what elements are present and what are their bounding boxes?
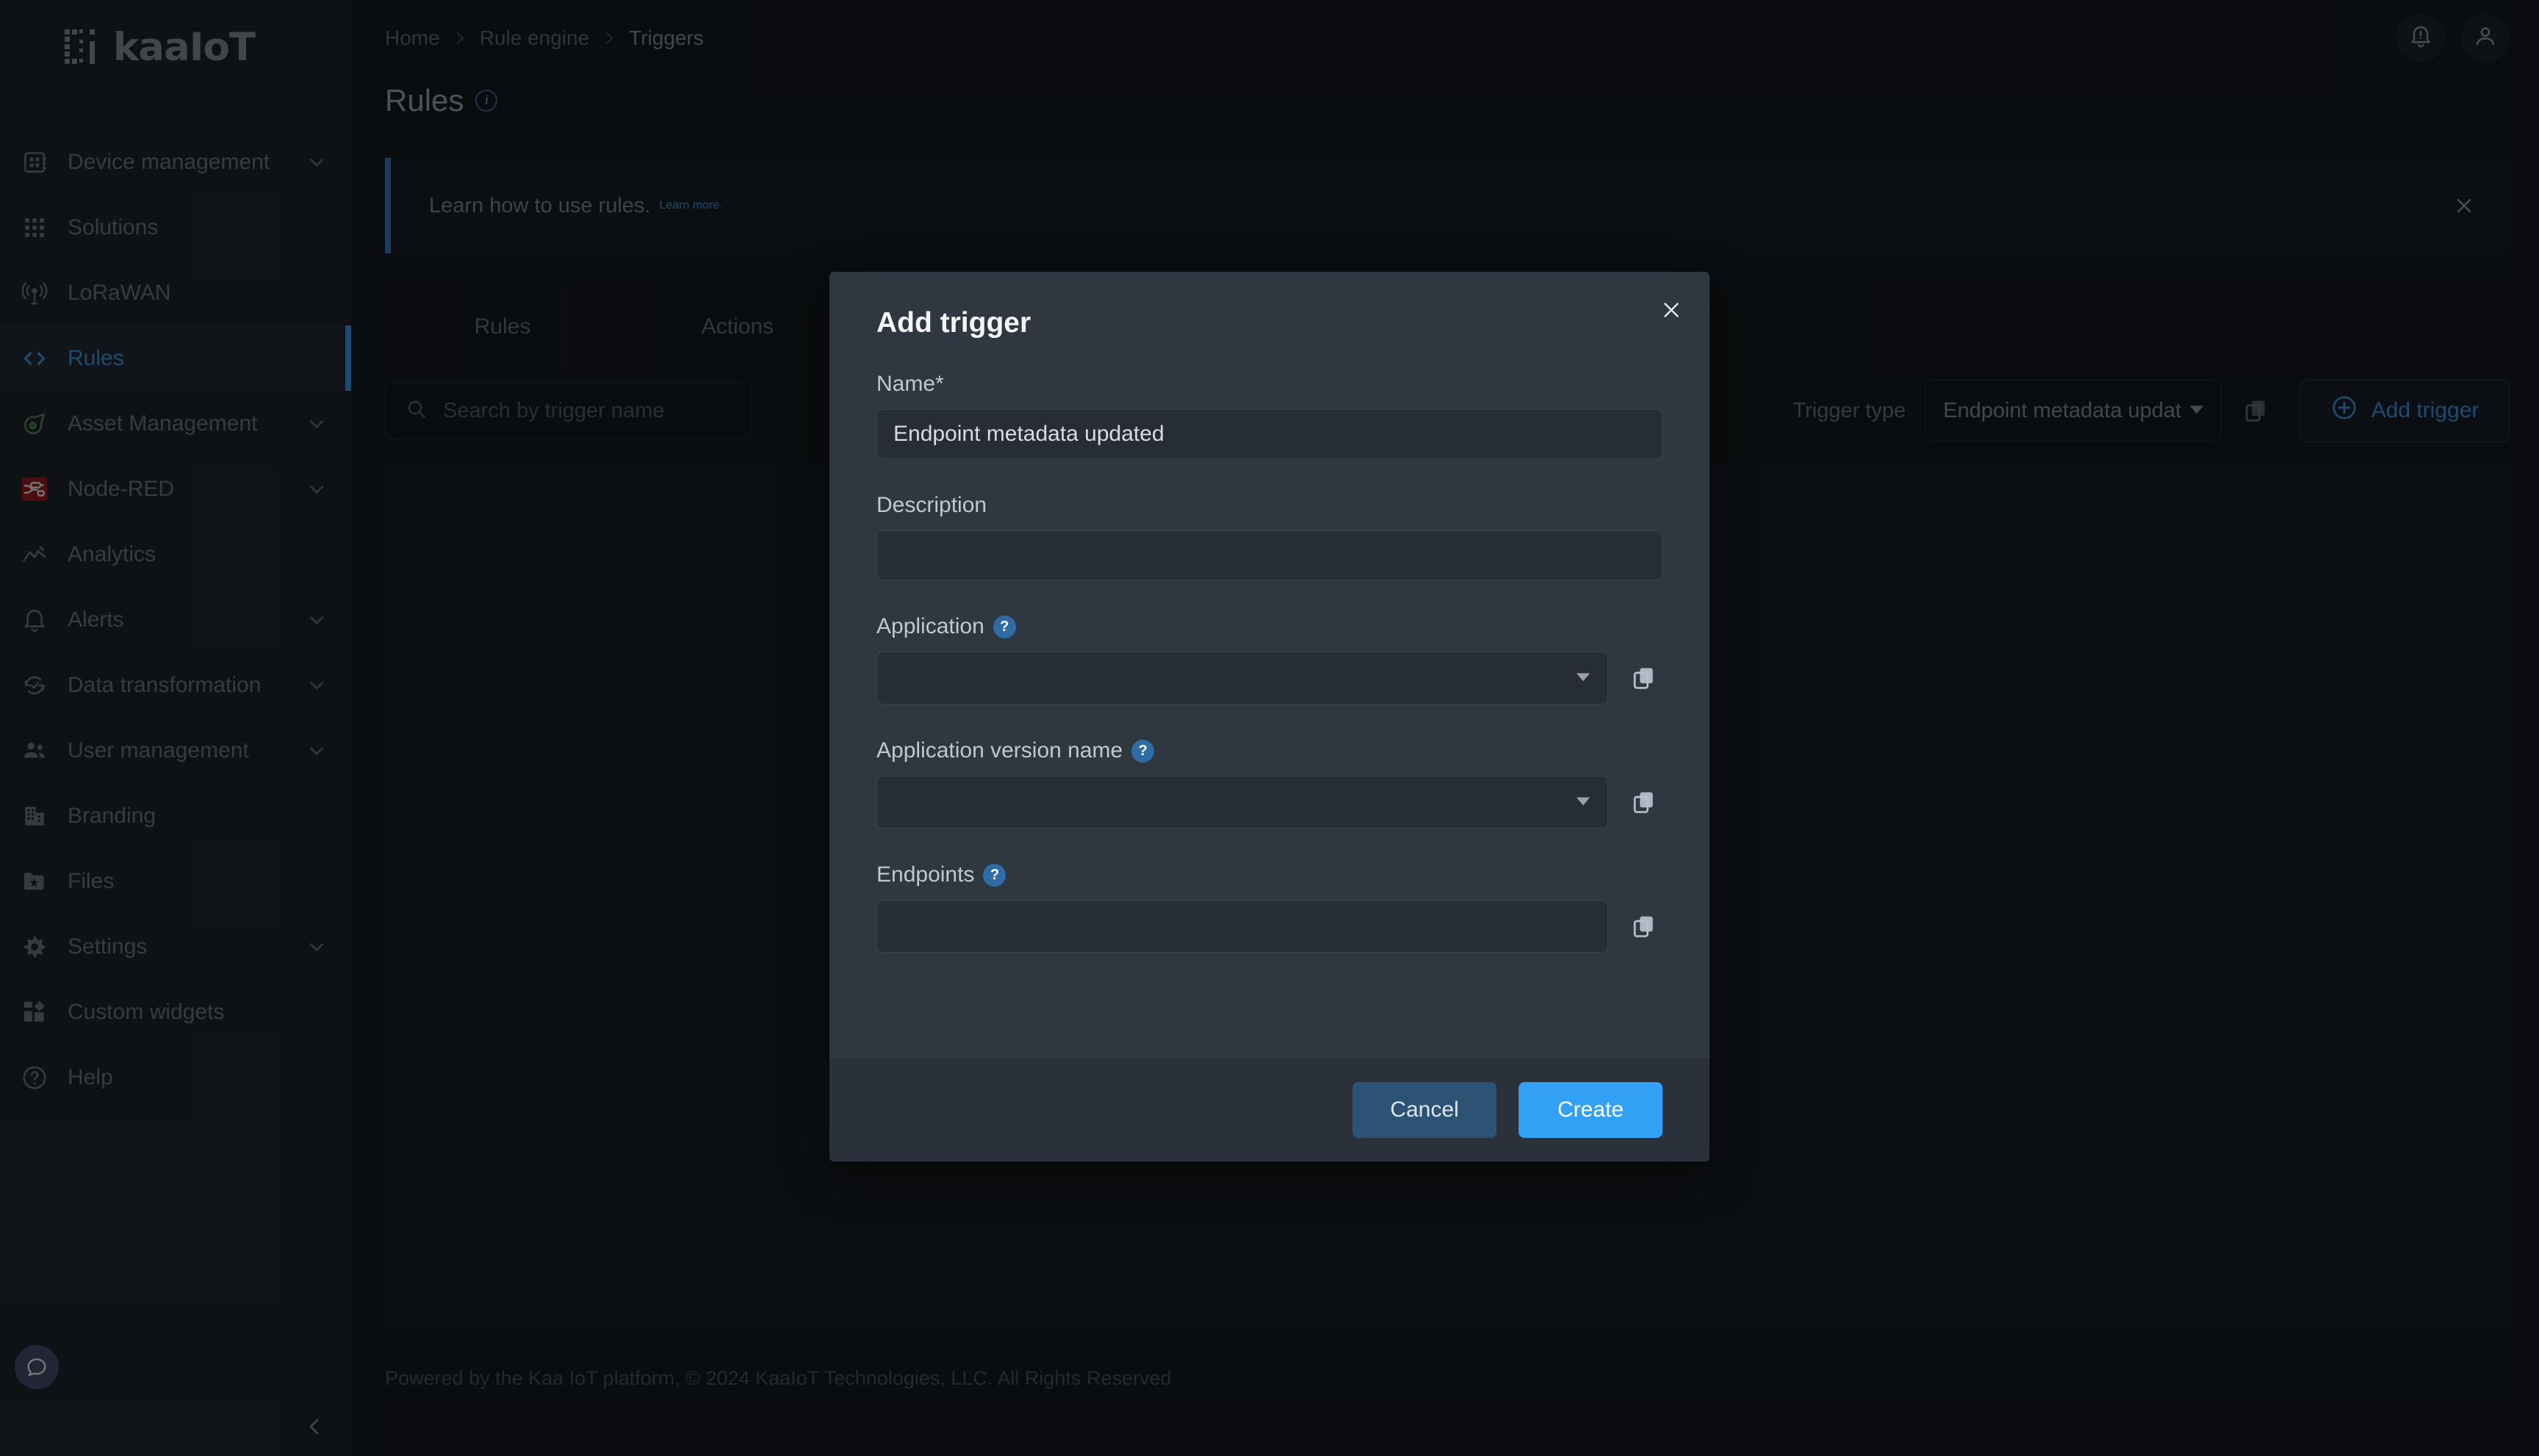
application-version-select[interactable] [876,776,1608,829]
modal-title: Add trigger [876,307,1031,339]
modal-footer: Cancel Create [829,1057,1710,1161]
application-version-label: Application version name ? [876,738,1663,763]
application-select[interactable] [876,652,1608,704]
endpoints-label: Endpoints ? [876,862,1663,887]
modal-body: Name* Endpoint metadata updated Descript… [829,339,1710,1057]
endpoints-input[interactable] [876,900,1608,953]
field-endpoints: Endpoints ? [876,862,1663,953]
application-version-row [876,776,1663,829]
field-application: Application ? [876,614,1663,704]
description-label: Description [876,493,987,517]
field-description: Description [876,493,1663,580]
create-button[interactable]: Create [1519,1081,1663,1138]
chevron-down-icon [1575,666,1591,691]
help-icon[interactable]: ? [1131,739,1155,763]
field-application-version-name: Application version name ? [876,738,1663,829]
application-version-label-text: Application version name [876,738,1123,763]
add-trigger-modal: Add trigger Name* Endpoint metadata upda… [829,272,1710,1161]
application-label: Application ? [876,614,1663,639]
name-input[interactable]: Endpoint metadata updated [876,409,1663,459]
copy-icon[interactable] [1624,907,1663,945]
application-label-text: Application [876,614,984,638]
modal-close-icon[interactable] [1652,291,1690,329]
copy-icon[interactable] [1624,659,1663,697]
description-input[interactable] [876,530,1663,580]
endpoints-row [876,900,1663,953]
app-root: kaaIoT Device management [0,0,2539,1456]
cancel-button[interactable]: Cancel [1353,1081,1497,1138]
name-label: Name* [876,372,944,396]
field-name: Name* Endpoint metadata updated [876,372,1663,459]
endpoints-label-text: Endpoints [876,862,975,887]
help-icon[interactable]: ? [993,615,1016,638]
application-row [876,652,1663,704]
chevron-down-icon [1575,790,1591,815]
help-icon[interactable]: ? [983,863,1006,887]
copy-icon[interactable] [1624,783,1663,821]
